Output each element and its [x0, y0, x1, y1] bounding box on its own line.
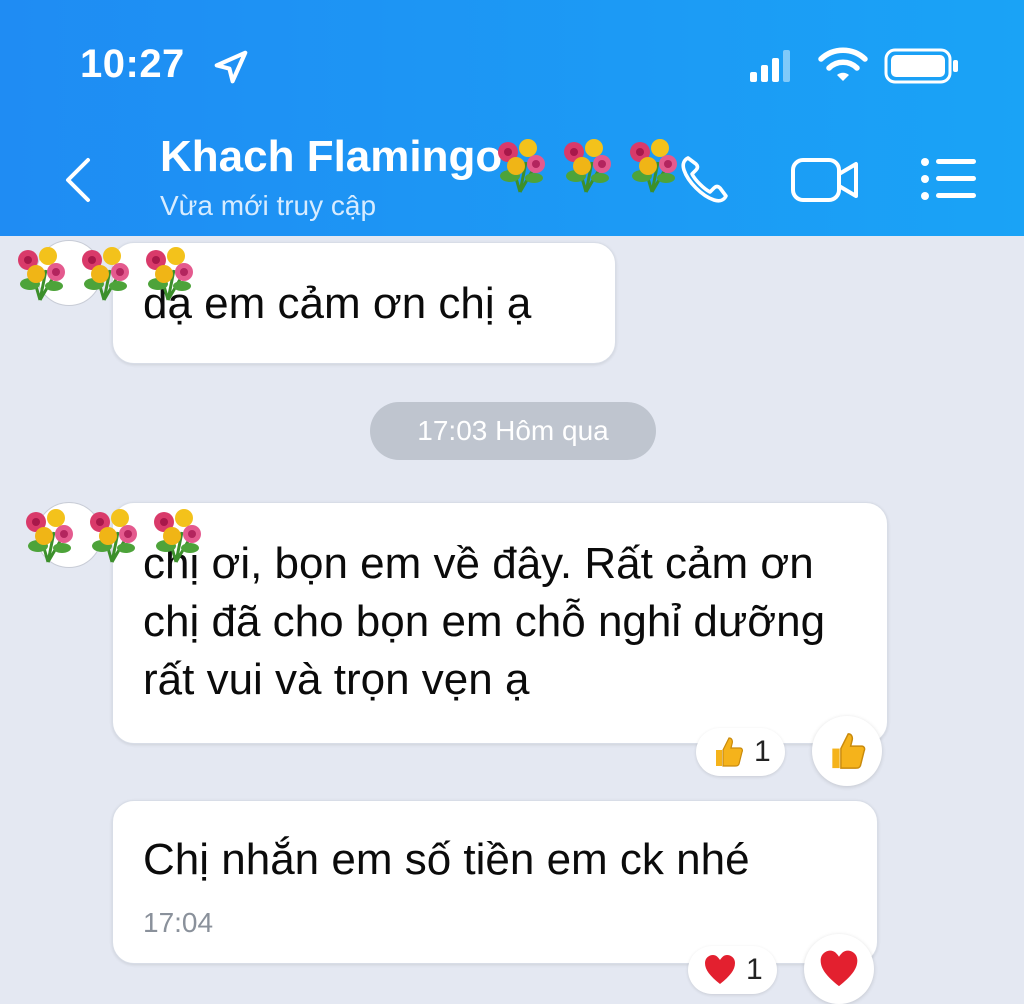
flower-bouquet-icon [18, 504, 78, 564]
status-time: 10:27 [80, 42, 185, 86]
heart-icon [705, 955, 735, 984]
message-bubble[interactable]: Chị nhắn em số tiền em ck nhé 17:04 [112, 800, 878, 964]
flower-sticker-group [10, 242, 198, 302]
reaction-summary[interactable]: 1 [688, 946, 777, 994]
message-text: dạ em cảm ơn chị ạ [143, 279, 532, 328]
react-button[interactable] [804, 934, 874, 1004]
flower-bouquet-icon [74, 242, 134, 302]
flower-bouquet-icon [10, 242, 70, 302]
phone-icon[interactable] [676, 152, 732, 208]
thumbs-up-icon [716, 737, 743, 767]
flower-bouquet-icon [82, 504, 142, 564]
signal-icon [750, 50, 790, 82]
contact-name[interactable]: Khach Flamingo [160, 132, 502, 182]
wifi-icon [818, 47, 868, 81]
contact-status: Vừa mới truy cập [160, 190, 377, 221]
reaction-count: 1 [746, 953, 763, 986]
flower-bouquet-icon [556, 134, 616, 194]
video-call-icon[interactable] [790, 154, 860, 206]
reaction-summary[interactable]: 1 [696, 728, 785, 776]
flower-bouquet-icon [490, 134, 550, 194]
back-button[interactable] [60, 156, 96, 204]
flower-bouquet-icon [146, 504, 206, 564]
message-time: 17:04 [143, 907, 214, 938]
flower-bouquet-icon [622, 134, 682, 194]
heart-icon [820, 950, 858, 987]
message-text: Chị nhắn em số tiền em ck nhé [143, 835, 750, 884]
location-arrow-icon [214, 50, 248, 84]
menu-icon[interactable] [918, 154, 978, 204]
flower-sticker-group [18, 504, 206, 564]
flower-sticker-group [490, 134, 682, 194]
message-text: chị ơi, bọn em về đây. Rất cảm ơn chị đã… [143, 539, 826, 704]
thumbs-up-icon [832, 733, 866, 769]
react-button[interactable] [812, 716, 882, 786]
reaction-count: 1 [754, 735, 771, 768]
time-separator: 17:03 Hôm qua [370, 402, 656, 460]
flower-bouquet-icon [138, 242, 198, 302]
message-bubble[interactable]: chị ơi, bọn em về đây. Rất cảm ơn chị đã… [112, 502, 888, 744]
chat-header: 10:27 Khach Flamingo Vừa mới truy cập [0, 0, 1024, 236]
battery-icon [884, 48, 958, 84]
